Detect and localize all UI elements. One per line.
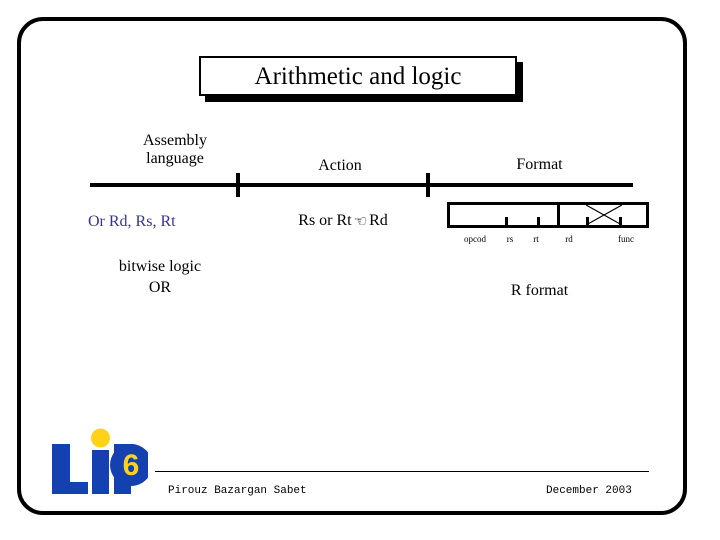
footer-date: December 2003 bbox=[546, 485, 632, 497]
column-separator-tick-1 bbox=[236, 173, 240, 197]
format-label-opcod: opcod bbox=[464, 234, 486, 244]
format-label-rt: rt bbox=[533, 234, 539, 244]
column-header-assembly-line2: language bbox=[146, 150, 204, 168]
svg-text:6: 6 bbox=[123, 449, 140, 482]
column-header-action: Action bbox=[318, 157, 362, 174]
action-operand-expression: Rs or Rt bbox=[298, 212, 352, 229]
page-title: Arithmetic and logic bbox=[254, 62, 462, 90]
format-field-separator-rs-rt bbox=[537, 217, 540, 225]
assembly-instruction-text: Or Rd, Rs, Rt bbox=[88, 213, 176, 230]
format-name-text: R format bbox=[510, 282, 569, 299]
format-field-separator-rt-rd bbox=[557, 202, 560, 228]
column-header-format: Format bbox=[516, 156, 563, 173]
title-box: Arithmetic and logic bbox=[199, 56, 517, 96]
footer-author: Pirouz Bazargan Sabet bbox=[168, 485, 307, 497]
lip6-logo: 6 bbox=[48, 428, 148, 498]
action-destination-register: Rd bbox=[369, 212, 388, 229]
column-separator-tick-2 bbox=[426, 173, 430, 197]
action-expression: Rs or Rt ☜ Rd bbox=[258, 211, 428, 230]
instruction-meaning-line1: bitwise logic bbox=[118, 258, 202, 275]
format-label-rs: rs bbox=[506, 234, 514, 244]
format-label-rd: rd bbox=[565, 234, 573, 244]
format-label-func: func bbox=[618, 234, 634, 244]
format-field-separator-opcod-rs bbox=[505, 217, 508, 225]
instruction-meaning-line2: OR bbox=[148, 278, 172, 296]
crossed-out-field-icon bbox=[586, 205, 622, 225]
left-arrow-icon: ☜ bbox=[353, 212, 368, 230]
slide-canvas: Arithmetic and logic Assembly language A… bbox=[0, 0, 720, 540]
header-divider-rule bbox=[90, 183, 633, 187]
instruction-format-labels: opcod rs rt rd func bbox=[447, 234, 657, 248]
column-header-assembly: Assembly language bbox=[112, 132, 238, 169]
column-header-assembly-line1: Assembly bbox=[143, 132, 207, 149]
instruction-meaning-text: bitwise logic OR bbox=[84, 257, 236, 299]
instruction-format-diagram bbox=[447, 202, 649, 228]
footer-divider bbox=[155, 471, 649, 472]
